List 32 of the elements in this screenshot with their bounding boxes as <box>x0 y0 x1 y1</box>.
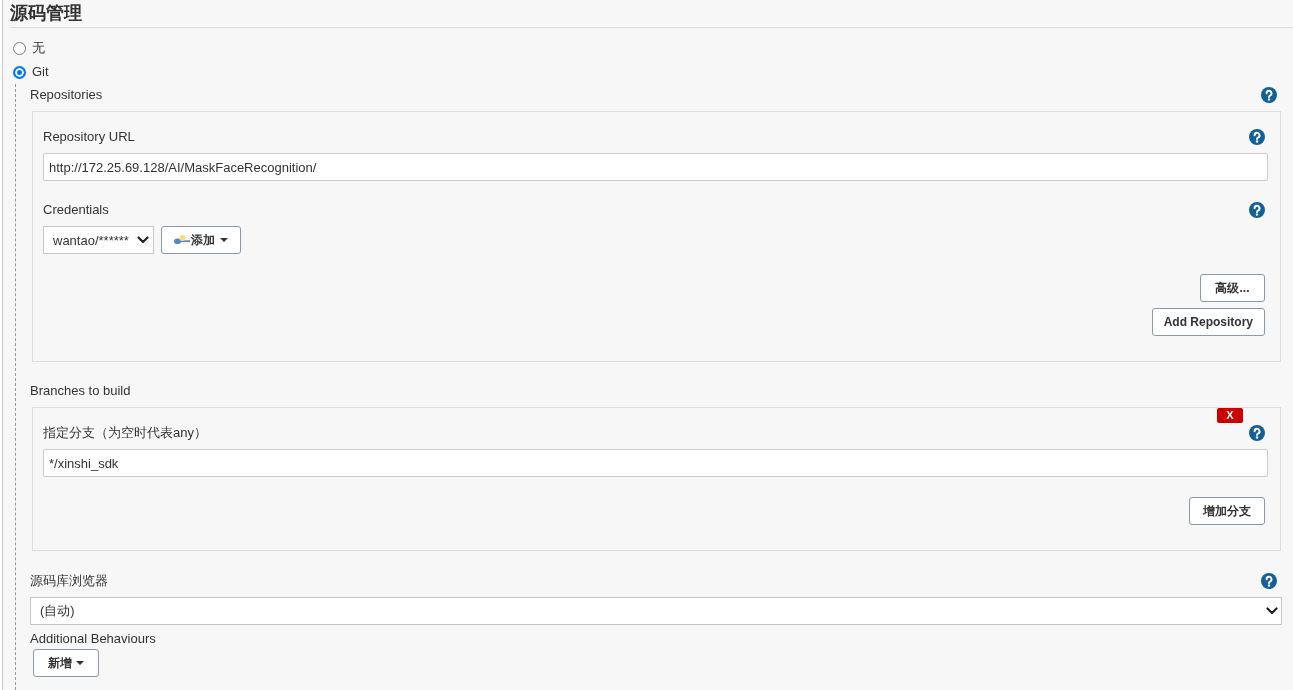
branch-field[interactable]: */xinshi_sdk <box>43 449 1268 477</box>
help-icon[interactable] <box>1249 202 1265 218</box>
help-icon[interactable] <box>1261 87 1277 103</box>
add-credentials-button[interactable]: 添加 <box>161 226 241 254</box>
chevron-down-icon <box>1266 607 1278 615</box>
field-label: Repositories <box>30 86 103 104</box>
help-icon[interactable] <box>1249 425 1265 441</box>
browser-dropdown[interactable]: (自动) <box>30 597 1282 625</box>
add-repository-button[interactable]: Add Repository <box>1151 308 1265 336</box>
radio-label: 无 <box>32 39 45 57</box>
field-label: 源码库浏览器 <box>30 572 108 590</box>
field-label: Repository URL <box>43 128 135 146</box>
help-icon[interactable] <box>1249 129 1265 145</box>
delete-button[interactable]: X <box>1217 408 1243 423</box>
caret-down-icon <box>76 661 84 665</box>
radio-label: Git <box>32 63 49 81</box>
field-label: Branches to build <box>30 382 131 400</box>
radio-button[interactable] <box>13 65 26 79</box>
help-icon[interactable] <box>1261 573 1277 589</box>
field-label: Additional Behaviours <box>30 630 156 648</box>
add-branch-button[interactable]: 增加分支 <box>1189 497 1265 525</box>
section-title: 源码管理 <box>10 3 82 23</box>
caret-down-icon <box>220 238 228 242</box>
field-label: 指定分支（为空时代表any） <box>43 424 207 442</box>
advanced-button[interactable]: 高级... <box>1200 274 1265 302</box>
credentials-dropdown[interactable]: wantao/****** <box>43 226 154 254</box>
url-field[interactable]: http://172.25.69.128/AI/MaskFaceRecognition/ <box>43 153 1268 181</box>
chevron-down-icon <box>137 236 149 244</box>
field-label: Credentials <box>43 201 109 219</box>
radio-button[interactable] <box>13 41 26 55</box>
key-icon <box>174 235 190 245</box>
add-behaviour-button[interactable]: 新增 <box>33 649 99 677</box>
